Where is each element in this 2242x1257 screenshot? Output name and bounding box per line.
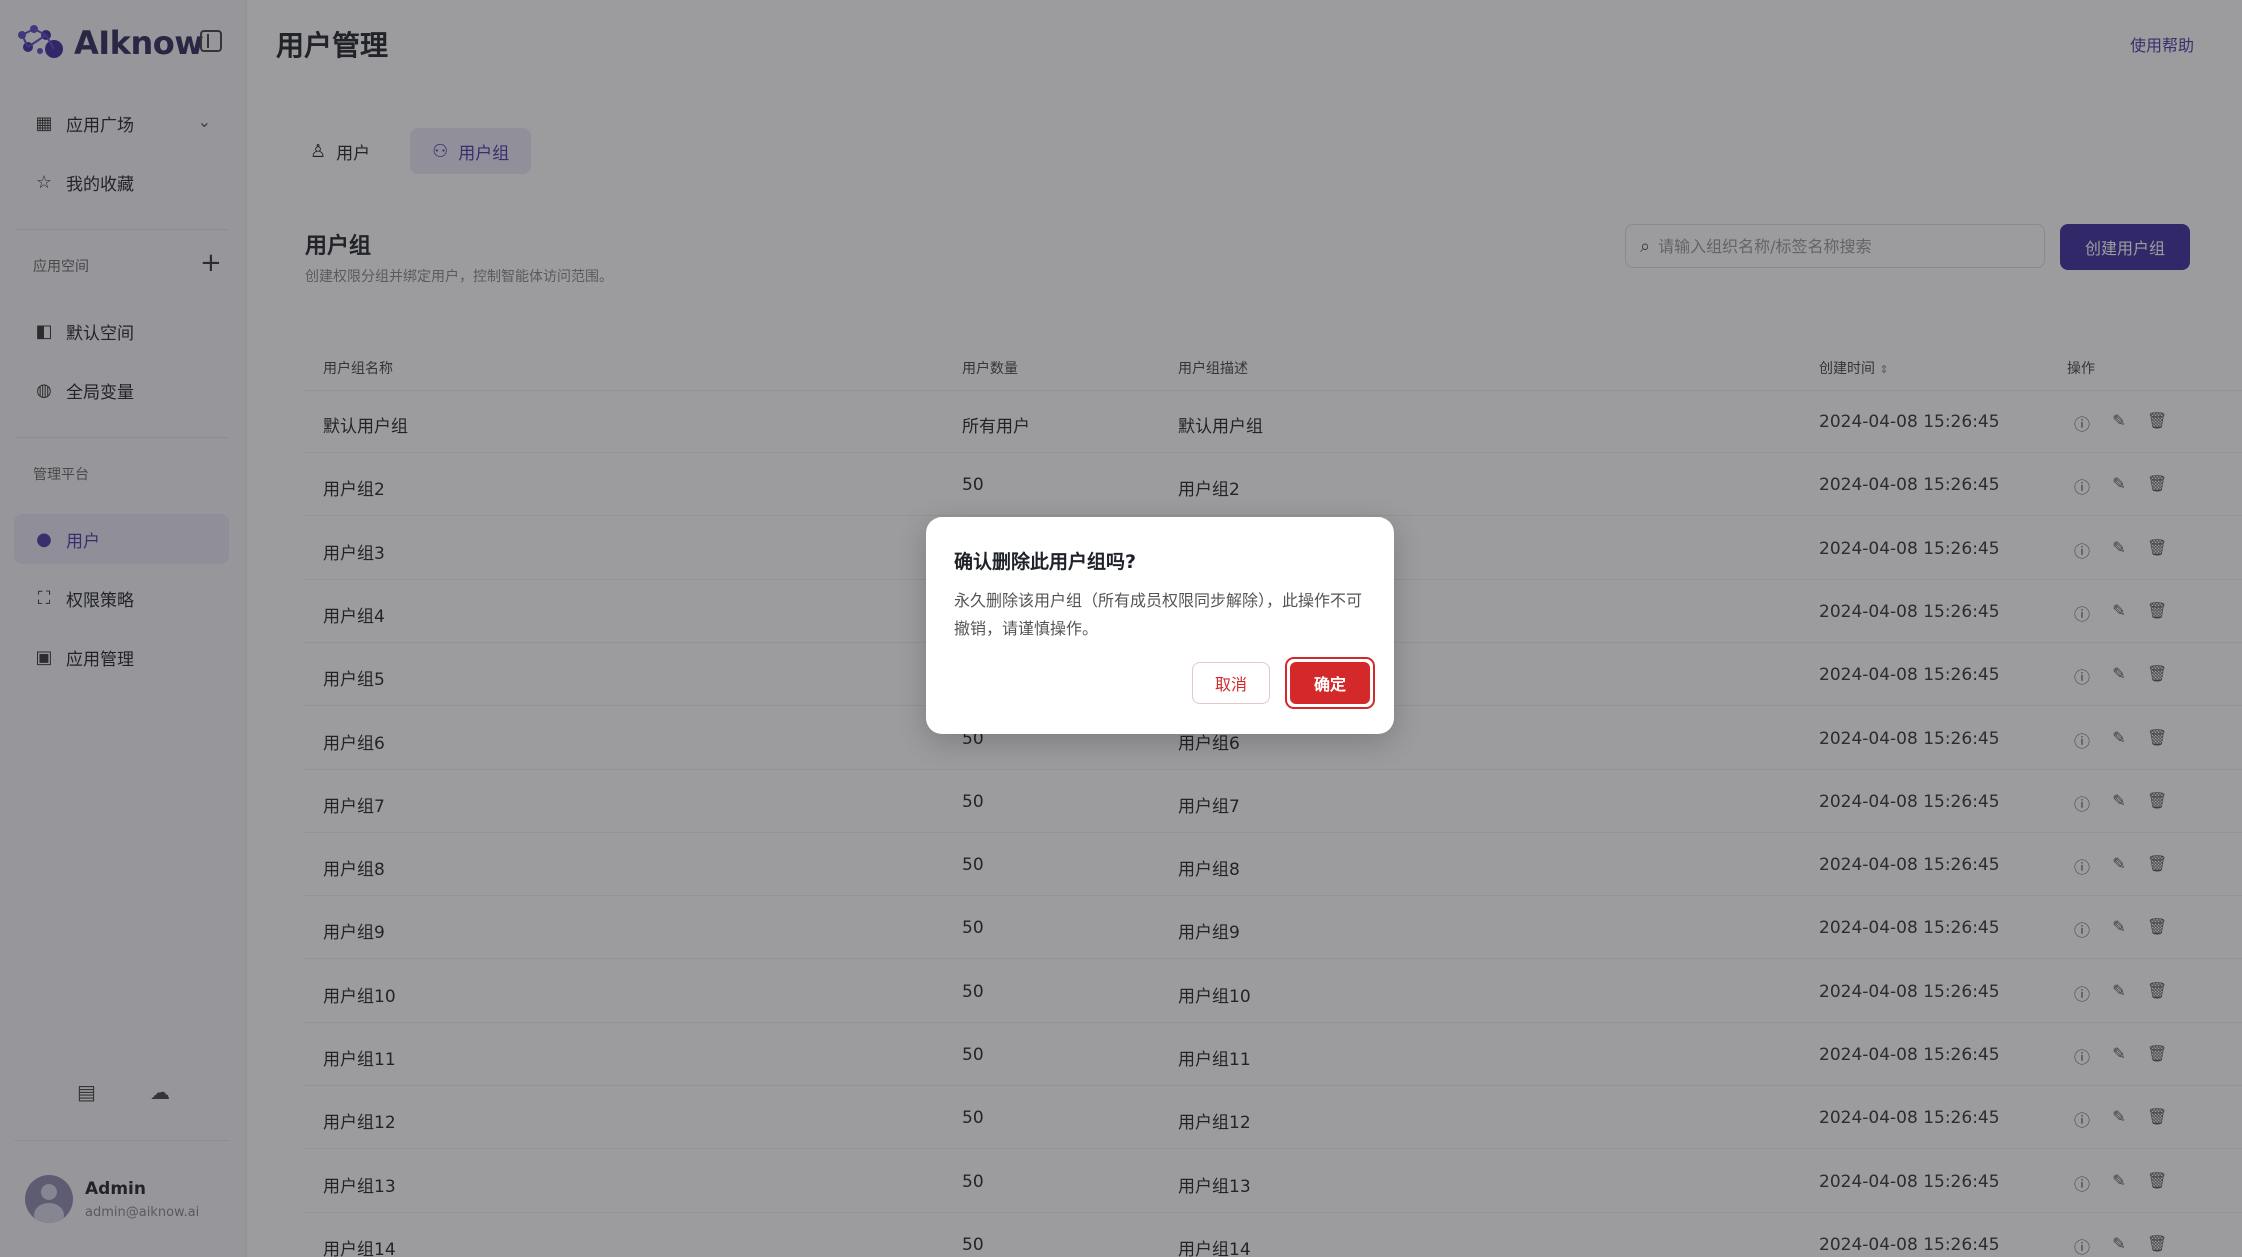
confirm-button-label: 确定 (1290, 662, 1370, 704)
confirm-delete-dialog: 确认删除此用户组吗? 永久删除该用户组（所有成员权限同步解除），此操作不可撤销，… (926, 517, 1394, 734)
confirm-button[interactable]: 确定 (1285, 657, 1375, 709)
cancel-button[interactable]: 取消 (1192, 662, 1270, 704)
dialog-body: 永久删除该用户组（所有成员权限同步解除），此操作不可撤销，请谨慎操作。 (954, 591, 1363, 638)
dialog-title: 确认删除此用户组吗? (954, 551, 1137, 573)
